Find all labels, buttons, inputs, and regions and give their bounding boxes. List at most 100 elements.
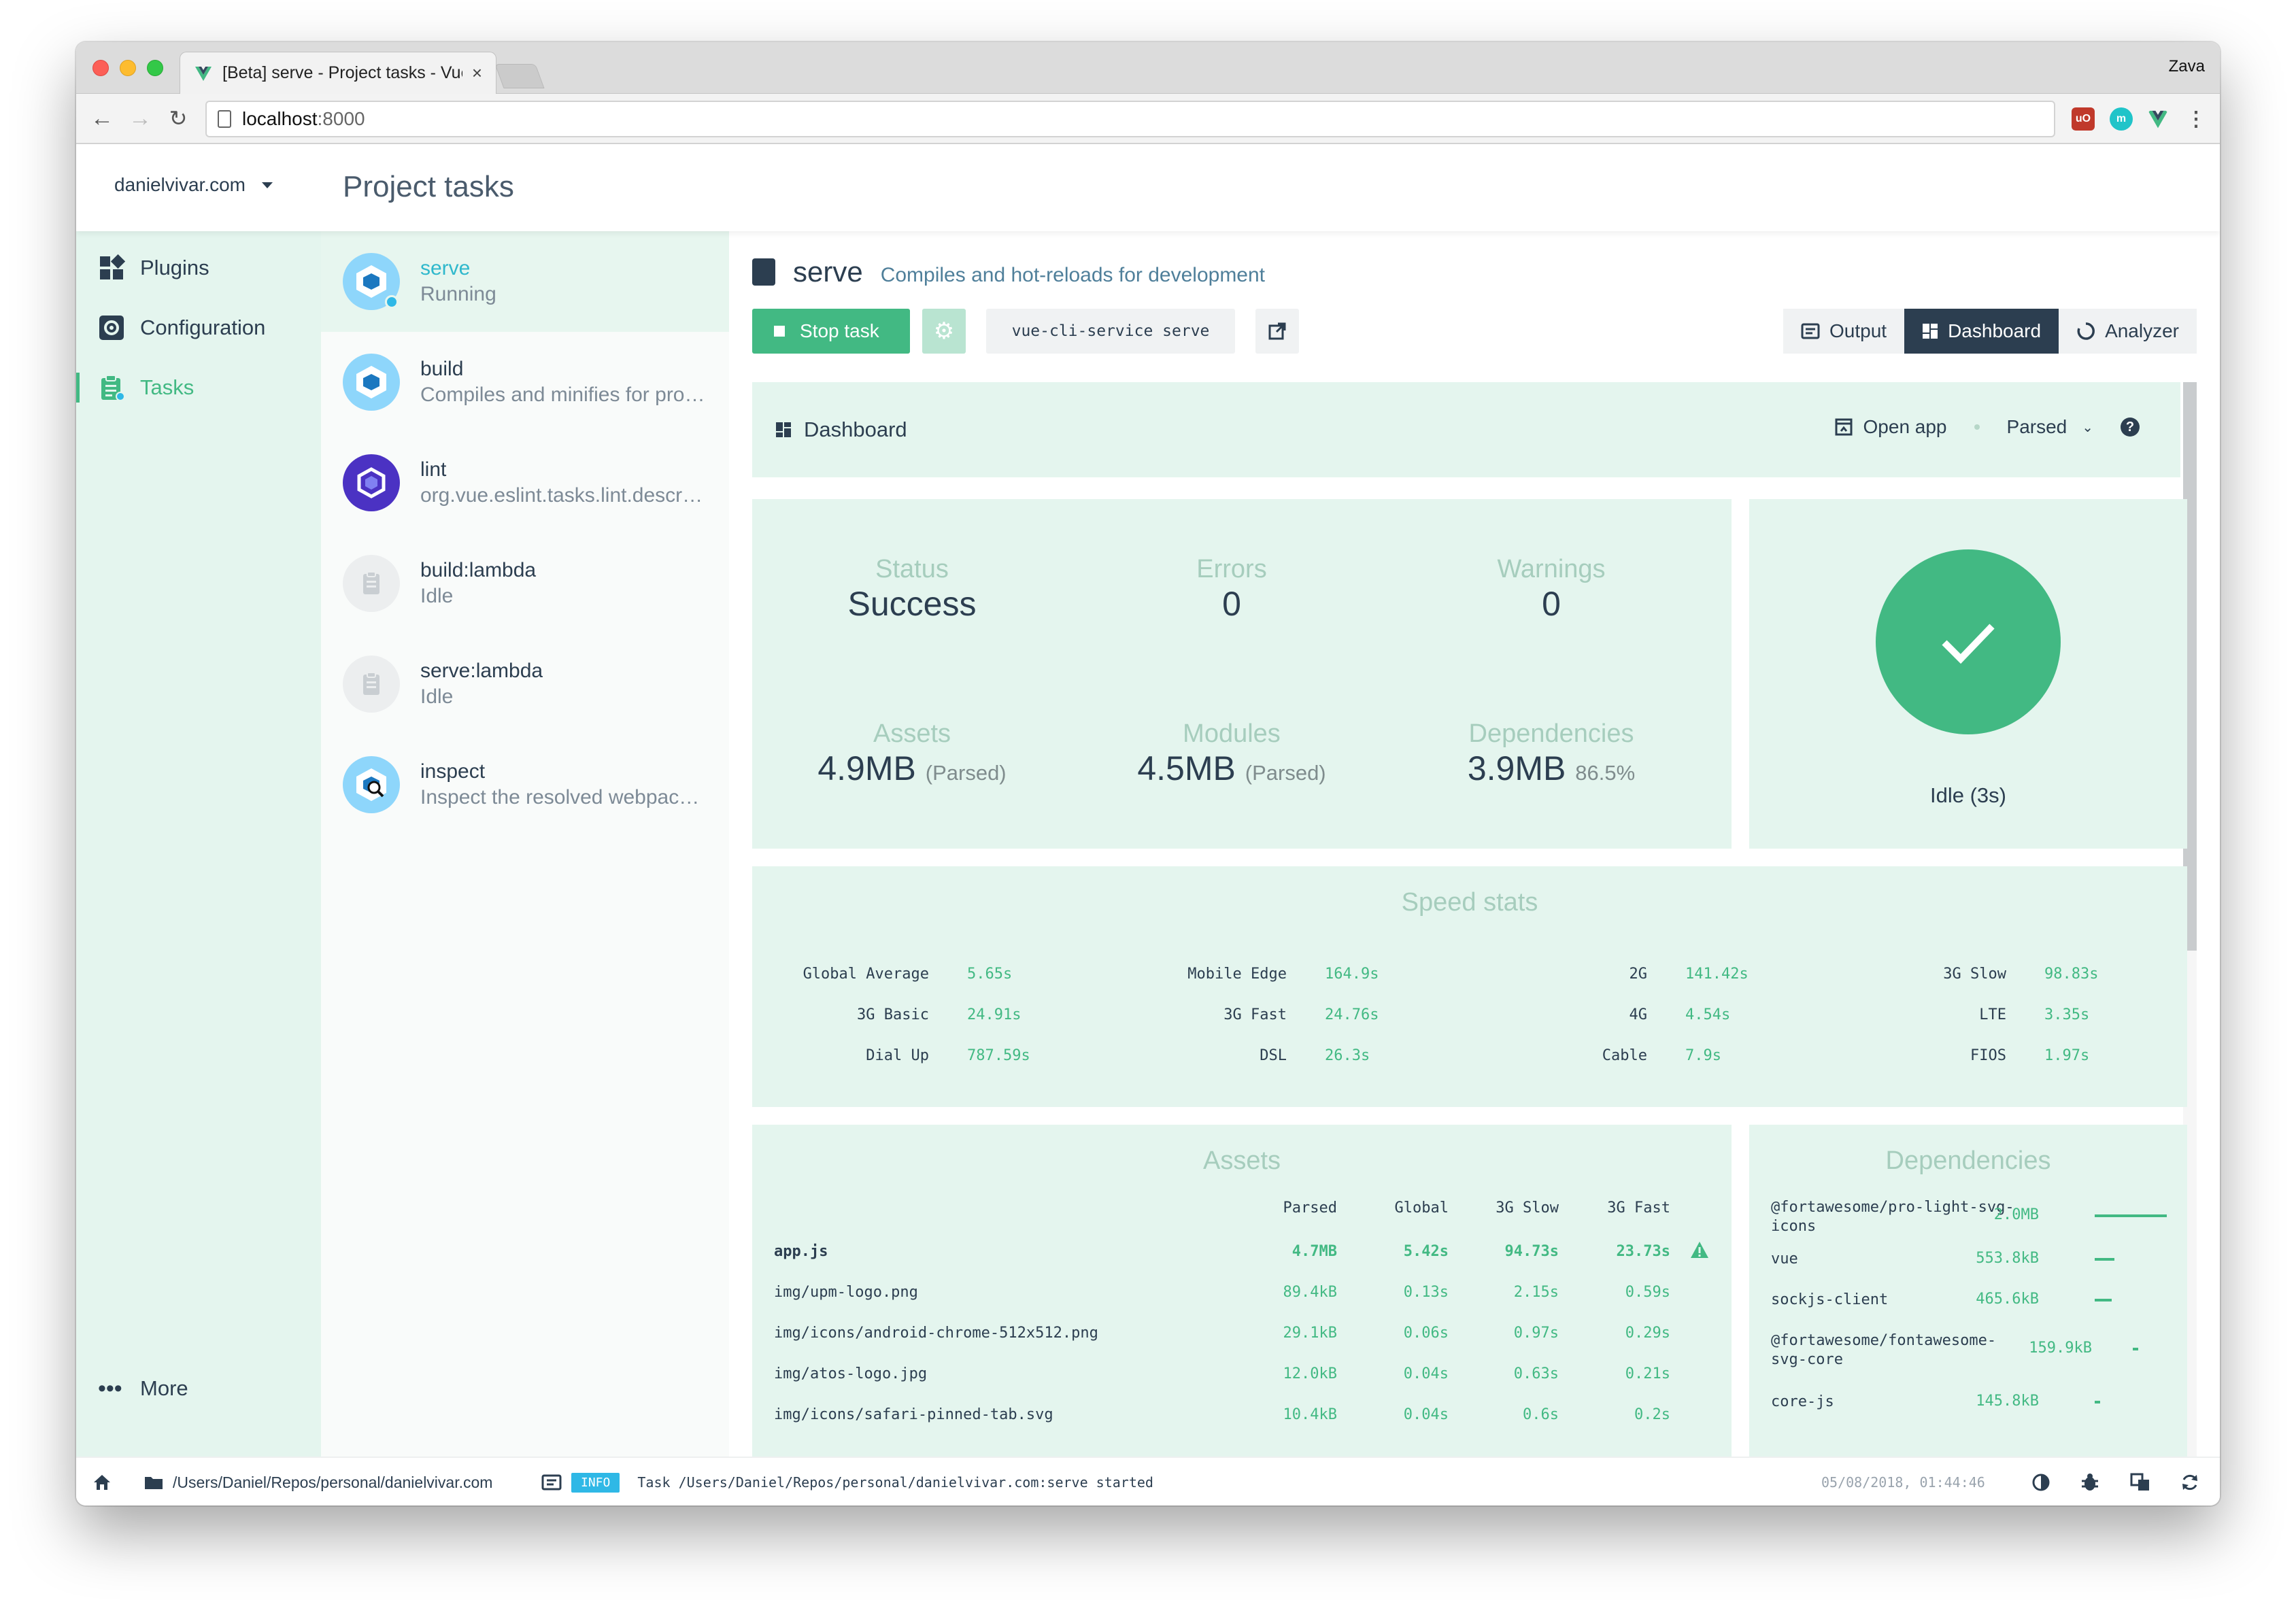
task-name: serve [420, 257, 471, 279]
asset-global: 0.04s [1403, 1365, 1449, 1382]
current-project-path[interactable]: /Users/Daniel/Repos/personal/danielvivar… [144, 1458, 492, 1505]
tab-analyzer[interactable]: Analyzer [2059, 309, 2197, 354]
task-settings-button[interactable]: ⚙ [922, 309, 966, 354]
maximize-window-button[interactable] [147, 60, 163, 76]
task-name: build [420, 358, 464, 380]
open-external-button[interactable] [1255, 309, 1299, 354]
tab-output[interactable]: Output [1783, 309, 1905, 354]
browser-tab[interactable]: [Beta] serve - Project tasks - Vue CLI × [180, 52, 496, 94]
size-mode-select[interactable]: Parsed ⌄ [2007, 416, 2093, 438]
reload-icon[interactable]: ↻ [163, 103, 193, 133]
task-header: serve Compiles and hot-reloads for devel… [752, 254, 1265, 288]
speed-value: 164.9s [1325, 966, 1379, 983]
dependency-size: 2.0MB [1993, 1206, 2039, 1223]
task-name: serve:lambda [420, 660, 543, 682]
asset-slow: 0.63s [1513, 1365, 1559, 1382]
back-arrow-icon[interactable]: ← [87, 103, 117, 133]
task-name: lint [420, 458, 447, 481]
stat-label: Errors [1196, 555, 1267, 583]
separator-dot [1974, 424, 1980, 430]
stop-task-button[interactable]: Stop task [752, 309, 910, 354]
extension-m-icon[interactable]: m [2110, 107, 2133, 131]
page-title: Project tasks [343, 170, 514, 203]
task-item-lint[interactable]: lint org.vue.eslint.tasks.lint.descriptio… [321, 432, 729, 533]
help-icon[interactable]: ? [2121, 418, 2140, 437]
project-selector[interactable]: danielvivar.com [114, 174, 273, 196]
dependency-size: 159.9kB [2029, 1340, 2092, 1357]
dashboard-icon [1923, 324, 1938, 339]
refresh-icon[interactable] [2180, 1458, 2199, 1505]
asset-fast: 0.29s [1625, 1325, 1670, 1342]
sidebar-item-configuration[interactable]: Configuration [76, 301, 321, 355]
home-icon[interactable] [92, 1458, 112, 1505]
log-console[interactable]: INFO Task /Users/Daniel/Repos/personal/d… [541, 1458, 1153, 1505]
speed-label: Cable [1602, 1047, 1647, 1064]
task-item-serve[interactable]: serve Running [321, 231, 729, 332]
address-bar[interactable]: localhost:8000 [205, 101, 2055, 137]
new-tab-button[interactable] [494, 64, 545, 88]
analyzer-icon [2077, 322, 2095, 340]
clipboard-icon [343, 555, 400, 612]
webpack-icon [343, 354, 400, 411]
close-window-button[interactable] [92, 60, 109, 76]
tab-dashboard[interactable]: Dashboard [1904, 309, 2059, 354]
dependency-size-bar [2095, 1258, 2114, 1261]
task-description: Running [420, 283, 496, 305]
task-item-inspect[interactable]: inspect Inspect the resolved webpack conf… [321, 734, 729, 835]
sidebar-item-tasks[interactable]: Tasks [76, 360, 321, 415]
task-item-build-lambda[interactable]: build:lambda Idle [321, 533, 729, 634]
tab-label: Output [1829, 320, 1887, 341]
stat-sub: (Parsed) [925, 761, 1007, 785]
stat-value: Success [847, 585, 977, 623]
task-item-build[interactable]: build Compiles and minifies for productio… [321, 332, 729, 432]
dashboard-toolbar: Dashboard Open app Parsed ⌄ ? [752, 382, 2180, 477]
clipboard-icon [752, 258, 775, 286]
dark-mode-toggle-icon[interactable] [2032, 1458, 2050, 1505]
speed-value: 5.65s [967, 966, 1013, 983]
task-description: Idle [420, 585, 454, 607]
close-tab-icon[interactable]: × [472, 63, 482, 84]
speed-label: DSL [1260, 1047, 1287, 1064]
vue-devtools-icon[interactable] [2146, 107, 2170, 131]
project-path: /Users/Daniel/Repos/personal/danielvivar… [173, 1473, 493, 1491]
bug-report-icon[interactable] [2081, 1458, 2099, 1505]
vue-logo-icon [195, 66, 212, 81]
speed-label: 2G [1629, 966, 1648, 983]
asset-fast: 0.21s [1625, 1365, 1670, 1382]
dashboard-title: Dashboard [804, 418, 907, 441]
speed-label: Global Average [803, 966, 929, 983]
profile-name[interactable]: Zava [2169, 57, 2205, 76]
column-header-global: Global [1394, 1199, 1449, 1216]
asset-slow: 0.6s [1523, 1406, 1559, 1423]
app-header: danielvivar.com Project tasks [76, 144, 2220, 231]
dependency-size-bar [2095, 1299, 2112, 1301]
column-header-parsed: Parsed [1283, 1199, 1337, 1216]
speed-value: 7.9s [1685, 1047, 1721, 1064]
speed-label: 4G [1629, 1006, 1648, 1023]
status-bar: /Users/Daniel/Repos/personal/danielvivar… [76, 1457, 2220, 1505]
speed-value: 4.54s [1685, 1006, 1731, 1023]
open-app-button[interactable]: Open app [1835, 416, 1947, 438]
stat-value: 0 [1542, 585, 1561, 623]
stat-label: Status [875, 555, 949, 583]
browser-toolbar: ← → ↻ localhost:8000 uO m ⋮ [76, 94, 2220, 144]
stat-label: Modules [1183, 719, 1281, 748]
vue-ui-app: danielvivar.com Project tasks Plugins Co… [76, 144, 2220, 1457]
speed-label: 3G Slow [1943, 966, 2006, 983]
idle-label: Idle (3s) [1930, 783, 2006, 807]
sidebar-item-more[interactable]: ••• More [76, 1361, 321, 1416]
stop-icon [774, 326, 785, 337]
minimize-window-button[interactable] [120, 60, 136, 76]
forward-arrow-icon[interactable]: → [125, 103, 155, 133]
chevron-down-icon: ⌄ [2082, 420, 2093, 435]
translate-icon[interactable] [2130, 1458, 2150, 1505]
stat-sub: 86.5% [1575, 761, 1636, 785]
external-link-icon [1268, 322, 1286, 340]
browser-menu-icon[interactable]: ⋮ [2184, 107, 2208, 131]
ublock-extension-icon[interactable]: uO [2072, 107, 2095, 131]
asset-parsed: 12.0kB [1283, 1365, 1337, 1382]
task-item-serve-lambda[interactable]: serve:lambda Idle [321, 634, 729, 734]
sidebar-item-plugins[interactable]: Plugins [76, 241, 321, 295]
speed-label: 3G Basic [857, 1006, 929, 1023]
puzzle-icon [100, 254, 125, 279]
